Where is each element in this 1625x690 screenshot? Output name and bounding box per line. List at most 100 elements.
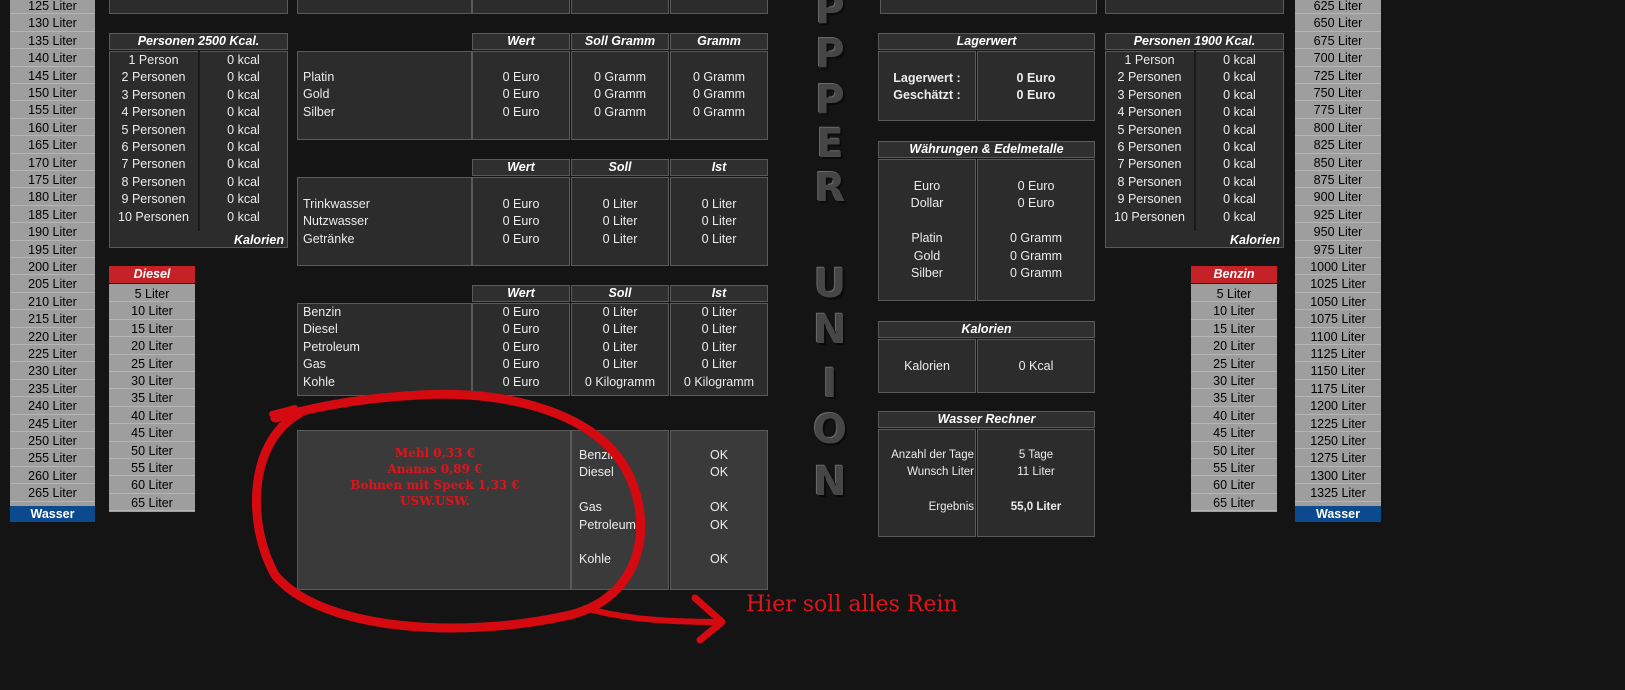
water-table-row-label[interactable]: Trinkwasser — [303, 195, 370, 213]
lagerwert-label[interactable]: Lagerwert : — [878, 69, 976, 87]
water-left-cell[interactable]: 180 Liter — [10, 188, 95, 206]
diesel-cell[interactable]: 15 Liter — [109, 320, 195, 338]
fuel-table-row-label[interactable]: Petroleum — [303, 338, 360, 356]
fuel-table-cell[interactable]: 0 Euro — [472, 373, 570, 391]
benzin-cell[interactable]: 50 Liter — [1191, 442, 1277, 459]
water-left-cell[interactable]: 250 Liter — [10, 432, 95, 450]
persons-left-label[interactable]: 5 Personen — [109, 121, 198, 139]
currency-label[interactable]: Silber — [878, 264, 976, 282]
diesel-cell[interactable]: 25 Liter — [109, 355, 195, 372]
persons-left-value[interactable]: 0 kcal — [199, 190, 288, 208]
diesel-cell[interactable]: 65 Liter — [109, 494, 195, 512]
water-left-footer[interactable]: Wasser — [10, 505, 95, 522]
persons-right-value[interactable]: 0 kcal — [1195, 68, 1284, 86]
fuel-table-cell[interactable]: 0 Kilogramm — [670, 373, 768, 391]
benzin-header[interactable]: Benzin — [1191, 266, 1277, 283]
water-table-cell[interactable]: 0 Liter — [571, 212, 669, 230]
fuel-table-cell[interactable]: 0 Liter — [670, 303, 768, 321]
metals-table-row-label[interactable]: Gold — [303, 85, 329, 103]
water-left-cell[interactable]: 130 Liter — [10, 14, 95, 32]
status-label[interactable]: Kohle — [579, 550, 611, 568]
water-right-cell[interactable]: 1100 Liter — [1295, 328, 1381, 345]
fuel-table-row-label[interactable]: Diesel — [303, 320, 338, 338]
water-right-cell[interactable]: 625 Liter — [1295, 0, 1381, 15]
diesel-cell[interactable]: 10 Liter — [109, 302, 195, 320]
water-right-cell[interactable]: 1250 Liter — [1295, 432, 1381, 450]
water-right-cell[interactable]: 1200 Liter — [1295, 397, 1381, 415]
water-table-cell[interactable]: 0 Euro — [472, 230, 570, 248]
metals-table-row-label[interactable]: Silber — [303, 103, 335, 121]
water-right-cell[interactable]: 900 Liter — [1295, 188, 1381, 206]
status-value[interactable]: OK — [670, 446, 768, 464]
water-left-cell[interactable]: 260 Liter — [10, 467, 95, 485]
currency-value[interactable]: 0 Gramm — [977, 247, 1095, 265]
water-right-cell[interactable]: 700 Liter — [1295, 49, 1381, 67]
persons-right-label[interactable]: 5 Personen — [1105, 121, 1194, 139]
fuel-table-row-label[interactable]: Gas — [303, 355, 326, 373]
water-calc-value[interactable]: 11 Liter — [977, 463, 1095, 481]
water-right-cell[interactable]: 1025 Liter — [1295, 275, 1381, 293]
water-left-cell[interactable]: 160 Liter — [10, 119, 95, 137]
status-label[interactable]: Petroleum — [579, 516, 636, 534]
benzin-cell[interactable]: 5 Liter — [1191, 285, 1277, 303]
water-table-cell[interactable]: 0 Euro — [472, 195, 570, 213]
water-left-cell[interactable]: 245 Liter — [10, 415, 95, 432]
persons-left-value[interactable]: 0 kcal — [199, 208, 288, 226]
benzin-cell[interactable]: 30 Liter — [1191, 372, 1277, 390]
water-right-cell[interactable]: 725 Liter — [1295, 67, 1381, 84]
fuel-table-cell[interactable]: 0 Liter — [670, 338, 768, 356]
water-table-cell[interactable]: 0 Liter — [670, 195, 768, 213]
water-left-cell[interactable]: 135 Liter — [10, 32, 95, 50]
lagerwert-value[interactable]: 0 Euro — [977, 69, 1095, 87]
benzin-cell[interactable]: 35 Liter — [1191, 389, 1277, 407]
persons-right-value[interactable]: 0 kcal — [1195, 86, 1284, 104]
water-left-cell[interactable]: 195 Liter — [10, 241, 95, 258]
persons-left-value[interactable]: 0 kcal — [199, 86, 288, 104]
water-left-cell[interactable]: 125 Liter — [10, 0, 95, 15]
fuel-table-cell[interactable]: 0 Euro — [472, 338, 570, 356]
metals-table-cell[interactable]: 0 Gramm — [571, 85, 669, 103]
water-left-cell[interactable]: 225 Liter — [10, 345, 95, 363]
persons-left-value[interactable]: 0 kcal — [199, 51, 288, 69]
diesel-cell[interactable]: 60 Liter — [109, 476, 195, 494]
persons-left-label[interactable]: 7 Personen — [109, 155, 198, 173]
persons-right-label[interactable]: 1 Person — [1105, 51, 1194, 69]
persons-right-value[interactable]: 0 kcal — [1195, 173, 1284, 191]
water-left-cell[interactable]: 240 Liter — [10, 397, 95, 415]
metals-table-cell[interactable]: 0 Euro — [472, 68, 570, 86]
benzin-cell[interactable]: 25 Liter — [1191, 355, 1277, 372]
water-right-cell[interactable]: 1000 Liter — [1295, 258, 1381, 276]
status-value[interactable]: OK — [670, 498, 768, 516]
water-left-cell[interactable]: 170 Liter — [10, 154, 95, 171]
water-calc-label[interactable]: Wunsch Liter — [878, 463, 974, 481]
currency-label[interactable]: Euro — [878, 177, 976, 195]
diesel-header[interactable]: Diesel — [109, 266, 195, 283]
metals-table-cell[interactable]: 0 Gramm — [571, 103, 669, 121]
water-right-cell[interactable]: 950 Liter — [1295, 223, 1381, 241]
benzin-cell[interactable]: 45 Liter — [1191, 424, 1277, 442]
status-label[interactable]: Gas — [579, 498, 602, 516]
currency-label[interactable]: Dollar — [878, 194, 976, 212]
water-right-cell[interactable]: 1050 Liter — [1295, 293, 1381, 311]
water-left-cell[interactable]: 155 Liter — [10, 101, 95, 119]
currency-value[interactable]: 0 Euro — [977, 194, 1095, 212]
metals-table-cell[interactable]: 0 Gramm — [670, 103, 768, 121]
benzin-cell[interactable]: 65 Liter — [1191, 494, 1277, 512]
diesel-cell[interactable]: 45 Liter — [109, 424, 195, 442]
diesel-cell[interactable]: 50 Liter — [109, 442, 195, 459]
persons-left-value[interactable]: 0 kcal — [199, 121, 288, 139]
persons-right-value[interactable]: 0 kcal — [1195, 138, 1284, 156]
metals-table-cell[interactable]: 0 Gramm — [670, 68, 768, 86]
status-value[interactable]: OK — [670, 463, 768, 481]
water-right-cell[interactable]: 1225 Liter — [1295, 415, 1381, 432]
water-left-cell[interactable]: 265 Liter — [10, 484, 95, 502]
water-left-cell[interactable]: 145 Liter — [10, 67, 95, 84]
water-right-cell[interactable]: 1125 Liter — [1295, 345, 1381, 363]
persons-right-label[interactable]: 6 Personen — [1105, 138, 1194, 156]
persons-right-label[interactable]: 4 Personen — [1105, 103, 1194, 121]
water-calc-value[interactable]: 5 Tage — [977, 446, 1095, 464]
persons-right-value[interactable]: 0 kcal — [1195, 51, 1284, 69]
water-right-cell[interactable]: 1300 Liter — [1295, 467, 1381, 485]
water-left-cell[interactable]: 210 Liter — [10, 293, 95, 311]
persons-right-value[interactable]: 0 kcal — [1195, 190, 1284, 208]
